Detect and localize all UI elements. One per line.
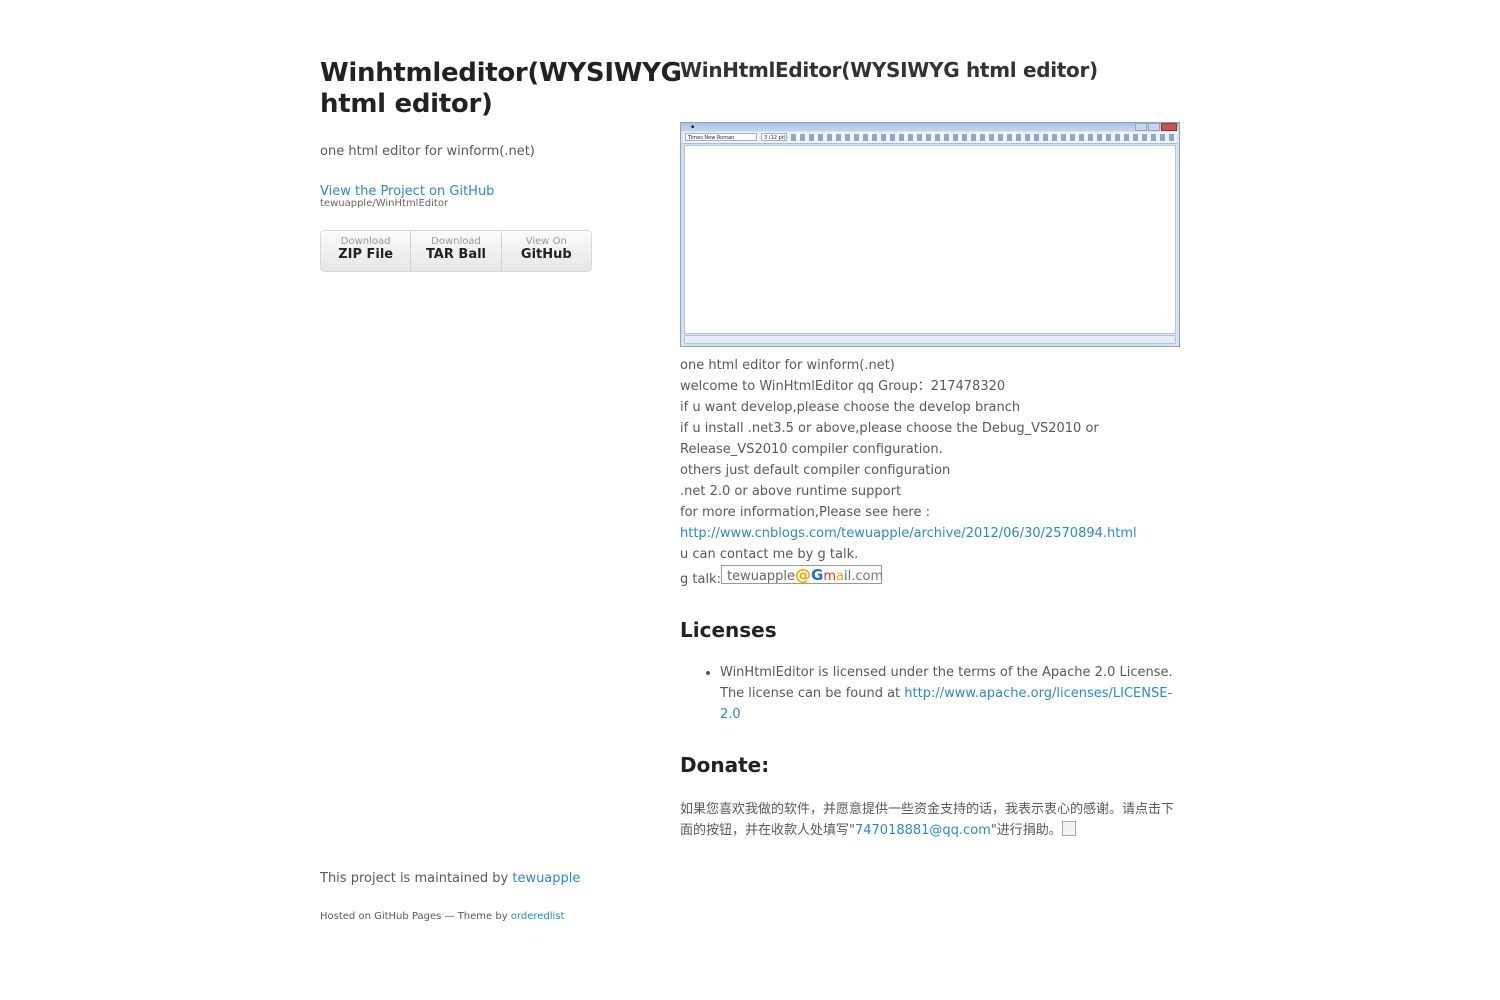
- repo-name: tewuapple/WinHtmlEditor: [320, 198, 449, 209]
- screenshot-window-icon: ▪: [691, 124, 695, 130]
- gmail-a: a: [836, 569, 844, 584]
- desc-line: .net 2.0 or above runtime support: [680, 484, 902, 499]
- screenshot-edit-area: [684, 145, 1176, 334]
- page-title: WinHtmlEditor(WYSIWYG html editor): [680, 58, 1098, 82]
- download-tar-button[interactable]: Download TAR Ball: [411, 231, 502, 271]
- donate-heading: Donate:: [680, 753, 770, 777]
- gmail-at: @: [795, 565, 812, 584]
- screenshot-maximize-icon: [1148, 123, 1160, 131]
- sidebar-header: Winhtmleditor(WYSIWYG html editor) one h…: [320, 58, 682, 272]
- screenshot-titlebar: ▪: [681, 123, 1179, 131]
- gmail-user: tewuapple: [726, 569, 796, 584]
- maintained-prefix: This project is maintained by: [320, 871, 509, 886]
- desc-line: welcome to WinHtmlEditor qq Group：217478…: [680, 379, 1006, 394]
- desc-line: for more information,Please see here :: [680, 505, 931, 520]
- download-zip-button[interactable]: Download ZIP File: [321, 231, 412, 271]
- gtalk-label: g talk:: [680, 572, 721, 587]
- desc-line: others just default compiler configurati…: [680, 463, 951, 478]
- gtalk-line: g talk: tewuapple@Gmail.com: [680, 565, 1180, 590]
- theme-author-link[interactable]: orderedlist: [511, 911, 565, 922]
- screenshot-statusbar: [684, 335, 1176, 344]
- donate-button-image[interactable]: [1061, 821, 1076, 836]
- view-on-big: GitHub: [520, 247, 572, 262]
- footer: This project is maintained by tewuapple …: [320, 868, 660, 924]
- donate-email-link[interactable]: 747018881@qq.com: [855, 823, 991, 838]
- screenshot-toolbar: Times New Roman 3 (12 pt): [683, 132, 1177, 144]
- donate-paragraph: 如果您喜欢我做的软件，并愿意提供一些资金支持的话，我表示衷心的感谢。请点击下面的…: [680, 799, 1180, 841]
- desc-line: if u install .net3.5 or above,please cho…: [680, 421, 1099, 457]
- licenses-heading: Licenses: [680, 618, 777, 642]
- contact-line: u can contact me by g talk.: [680, 547, 859, 562]
- gmail-domain: .com: [851, 569, 884, 584]
- gmail-g: G: [811, 566, 824, 584]
- site-title: Winhtmleditor(WYSIWYG html editor): [320, 58, 682, 119]
- hosted-prefix: Hosted on GitHub Pages — Theme by: [320, 911, 508, 922]
- download-buttons: Download ZIP File Download TAR Ball View…: [320, 230, 592, 272]
- gmail-address-image: tewuapple@Gmail.com: [720, 565, 884, 584]
- maintainer-link[interactable]: tewuapple: [512, 871, 580, 886]
- site-tagline: one html editor for winform(.net): [320, 144, 535, 159]
- desc-line: if u want develop,please choose the deve…: [680, 400, 1021, 415]
- view-on-github-button[interactable]: View On GitHub: [502, 231, 591, 271]
- screenshot-window-buttons: [1135, 123, 1177, 131]
- screenshot-font-select: Times New Roman: [685, 133, 757, 141]
- gmail-m: m: [823, 569, 836, 584]
- license-item: WinHtmlEditor is licensed under the term…: [720, 662, 1180, 725]
- maintained-by: This project is maintained by tewuapple: [320, 868, 660, 889]
- editor-screenshot: ▪ Times New Roman 3 (12 pt): [680, 122, 1180, 347]
- screenshot-toolbar-icons: [791, 134, 1175, 141]
- download-tar-small: Download: [431, 236, 481, 247]
- desc-line: one html editor for winform(.net): [680, 358, 895, 373]
- licenses-list: WinHtmlEditor is licensed under the term…: [680, 662, 1180, 725]
- screenshot-size-select: 3 (12 pt): [761, 133, 787, 141]
- screenshot-close-icon: [1161, 123, 1177, 131]
- main-content: WinHtmlEditor(WYSIWYG html editor) ▪ Tim…: [680, 58, 1180, 841]
- download-zip-big: ZIP File: [338, 247, 394, 262]
- cnblogs-link[interactable]: http://www.cnblogs.com/tewuapple/archive…: [680, 526, 1137, 541]
- screenshot-minimize-icon: [1135, 123, 1147, 131]
- view-on-github-label: View the Project on GitHub: [320, 184, 495, 199]
- description-text: one html editor for winform(.net) welcom…: [680, 355, 1180, 590]
- view-on-small: View On: [525, 236, 567, 247]
- download-tar-big: TAR Ball: [425, 247, 487, 262]
- download-zip-small: Download: [340, 236, 391, 247]
- view-on-github-link[interactable]: View the Project on GitHub tewuapple/Win…: [320, 183, 660, 209]
- donate-text-after: "进行捐助。: [990, 823, 1062, 838]
- hosted-by: Hosted on GitHub Pages — Theme by ordere…: [320, 910, 660, 924]
